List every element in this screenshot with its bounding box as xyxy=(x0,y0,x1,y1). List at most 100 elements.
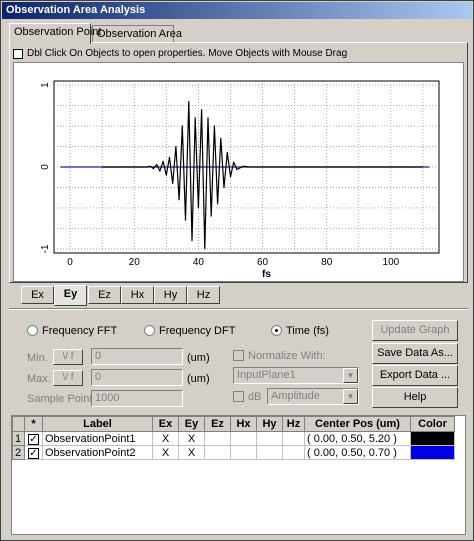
row-color-swatch[interactable] xyxy=(410,445,455,460)
tab-hz[interactable]: Hz xyxy=(187,286,220,304)
sample-points-input[interactable]: 1000 xyxy=(91,390,183,407)
help-button[interactable]: Help xyxy=(372,387,458,408)
separator xyxy=(9,308,468,310)
row-center-pos[interactable]: ( 0.00, 0.50, 0.70 ) xyxy=(304,445,411,460)
row-hx[interactable] xyxy=(230,431,257,446)
header-ez[interactable]: Ez xyxy=(204,416,231,432)
y-tick-label: 1 xyxy=(40,82,51,88)
row-ex[interactable]: X xyxy=(152,431,179,446)
tab-observation-area[interactable]: Observation Area xyxy=(92,25,182,43)
observation-points-table[interactable]: * Label Ex Ey Ez Hx Hy Hz Center Pos (um… xyxy=(11,415,466,535)
table-row[interactable]: 1 ✓ ObservationPoint1 X X ( 0.00, 0.50, … xyxy=(12,431,455,446)
chevron-down-icon[interactable]: ▼ xyxy=(343,389,358,404)
normalize-checkbox[interactable]: Normalize With: xyxy=(233,350,326,362)
row-center-pos[interactable]: ( 0.00, 0.50, 5.20 ) xyxy=(304,431,411,446)
row-hx[interactable] xyxy=(230,445,257,460)
radio-circle xyxy=(144,325,155,336)
x-axis-label: fs xyxy=(262,269,271,280)
header-hx[interactable]: Hx xyxy=(230,416,257,432)
hint-bar: Dbl Click On Objects to open properties.… xyxy=(13,47,463,61)
tab-hx[interactable]: Hx xyxy=(121,286,154,304)
db-checkbox[interactable]: dB xyxy=(233,391,261,403)
time-radio[interactable]: Time (fs) xyxy=(271,325,329,337)
checkbox-box xyxy=(233,391,244,402)
row-ex[interactable]: X xyxy=(152,445,179,460)
tab-ex[interactable]: Ex xyxy=(21,286,54,304)
x-tick-label: 40 xyxy=(193,257,205,268)
row-ez[interactable] xyxy=(204,445,231,460)
row-checkbox-cell[interactable]: ✓ xyxy=(24,445,43,460)
row-color-swatch[interactable] xyxy=(410,431,455,446)
tab-hy[interactable]: Hy xyxy=(154,286,187,304)
x-tick-label: 80 xyxy=(321,257,333,268)
time-signal-chart[interactable]: 0 20 40 60 80 100 1 0 -1 fs xyxy=(14,63,463,281)
row-label[interactable]: ObservationPoint1 xyxy=(42,431,153,446)
points-table: * Label Ex Ey Ez Hx Hy Hz Center Pos (um… xyxy=(12,416,455,460)
plane-select[interactable]: InputPlane1 ▼ xyxy=(233,367,359,384)
row-ez[interactable] xyxy=(204,431,231,446)
checkbox-box xyxy=(233,350,244,361)
sample-points-label: Sample Points: xyxy=(27,393,101,405)
header-hz[interactable]: Hz xyxy=(282,416,305,432)
max-unit-button[interactable]: \/ f xyxy=(53,370,83,386)
min-label: Min. xyxy=(27,352,48,364)
row-number: 1 xyxy=(12,431,25,446)
hint-text: Dbl Click On Objects to open properties.… xyxy=(27,48,348,59)
max-label: Max. xyxy=(27,373,51,385)
radio-circle xyxy=(27,325,38,336)
header-hy[interactable]: Hy xyxy=(256,416,283,432)
plot-area[interactable]: 0 20 40 60 80 100 1 0 -1 fs xyxy=(13,62,464,282)
header-ex[interactable]: Ex xyxy=(152,416,179,432)
chevron-down-icon[interactable]: ▼ xyxy=(343,368,358,383)
row-number: 2 xyxy=(12,445,25,460)
min-input[interactable]: 0 xyxy=(91,348,183,365)
max-unit-label: (um) xyxy=(187,373,210,385)
header-center-pos[interactable]: Center Pos (um) xyxy=(304,416,411,432)
max-input[interactable]: 0 xyxy=(91,369,183,386)
header-select[interactable]: * xyxy=(24,416,43,432)
row-checkbox-cell[interactable]: ✓ xyxy=(24,431,43,446)
db-label: dB xyxy=(248,391,262,403)
header-color[interactable]: Color xyxy=(410,416,455,432)
header-ey[interactable]: Ey xyxy=(178,416,205,432)
window-title: Observation Area Analysis xyxy=(2,2,472,19)
tab-observation-point[interactable]: Observation Point xyxy=(9,23,101,44)
y-tick-label: -1 xyxy=(40,244,51,253)
row-ey[interactable]: X xyxy=(178,431,205,446)
table-row[interactable]: 2 ✓ ObservationPoint2 X X ( 0.00, 0.50, … xyxy=(12,445,455,460)
export-data-button[interactable]: Export Data ... xyxy=(372,365,458,386)
tab-ey[interactable]: Ey xyxy=(54,285,87,306)
x-tick-label: 20 xyxy=(129,257,141,268)
plane-select-value: InputPlane1 xyxy=(237,369,296,381)
save-data-button[interactable]: Save Data As... xyxy=(372,343,458,364)
frequency-dft-radio[interactable]: Frequency DFT xyxy=(144,325,235,337)
min-unit-label: (um) xyxy=(187,352,210,364)
update-graph-button[interactable]: Update Graph xyxy=(372,320,458,341)
amplitude-select[interactable]: Amplitude ▼ xyxy=(267,388,359,405)
y-tick-label: 0 xyxy=(40,164,51,170)
row-ey[interactable]: X xyxy=(178,445,205,460)
header-label[interactable]: Label xyxy=(42,416,153,432)
info-icon xyxy=(13,49,23,59)
checked-checkbox[interactable]: ✓ xyxy=(28,433,39,445)
x-tick-label: 100 xyxy=(383,257,400,268)
frequency-fft-radio[interactable]: Frequency FFT xyxy=(27,325,117,337)
amplitude-select-value: Amplitude xyxy=(271,390,320,402)
row-hy[interactable] xyxy=(256,445,283,460)
row-hz[interactable] xyxy=(282,445,305,460)
observation-area-analysis-window: Observation Area Analysis Observation Po… xyxy=(0,0,474,541)
radio-circle-selected xyxy=(271,325,282,336)
frequency-dft-label: Frequency DFT xyxy=(159,325,236,337)
row-number-header xyxy=(12,416,25,432)
min-unit-button[interactable]: \/ f xyxy=(53,349,83,365)
time-label: Time (fs) xyxy=(286,325,329,337)
row-hy[interactable] xyxy=(256,431,283,446)
frequency-fft-label: Frequency FFT xyxy=(42,325,118,337)
x-tick-label: 60 xyxy=(257,257,269,268)
x-tick-label: 0 xyxy=(67,257,73,268)
checked-checkbox[interactable]: ✓ xyxy=(28,447,39,459)
normalize-label: Normalize With: xyxy=(248,350,326,362)
row-label[interactable]: ObservationPoint2 xyxy=(42,445,153,460)
row-hz[interactable] xyxy=(282,431,305,446)
tab-ez[interactable]: Ez xyxy=(88,286,121,304)
